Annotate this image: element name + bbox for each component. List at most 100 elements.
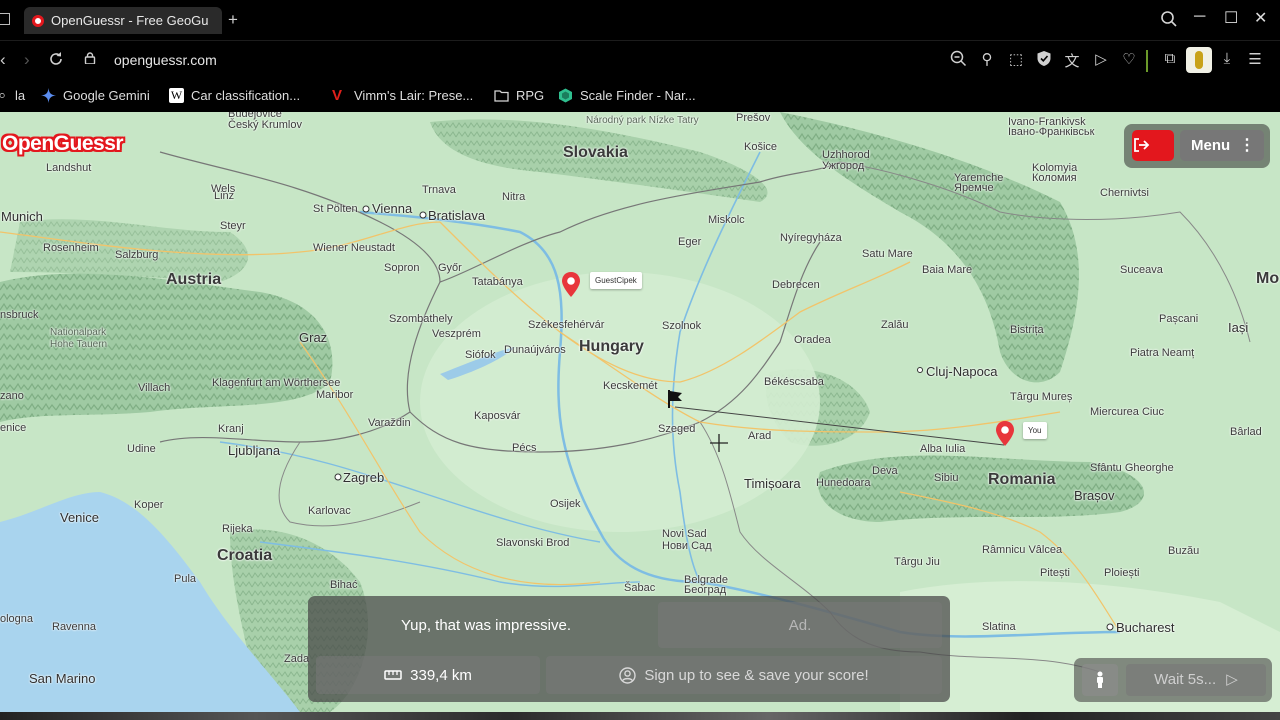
shield-icon[interactable] (1034, 50, 1054, 71)
label-zagreb: Zagreb (343, 470, 385, 485)
bookmark-scale-finder[interactable]: Scale Finder - Nar... (558, 88, 696, 103)
screenshot-icon[interactable]: ⬚ (1006, 50, 1026, 68)
label-udine: Udine (127, 443, 156, 455)
label-novi-sad: Novi Sad (662, 528, 707, 540)
menu-group: Menu ⋮ (1124, 124, 1270, 168)
heart-icon[interactable]: ♡ (1119, 50, 1139, 68)
label-presov: Prešov (736, 112, 771, 124)
back-icon[interactable]: ‹ (0, 50, 6, 70)
tab-openguessr[interactable]: OpenGuessr - Free GeoGu (24, 7, 222, 34)
exit-button[interactable] (1132, 130, 1174, 161)
menu-button[interactable]: Menu ⋮ (1180, 130, 1264, 161)
pin-icon[interactable]: ⚲ (977, 50, 997, 68)
taskbar-strip (0, 712, 1280, 720)
label-deva: Deva (872, 465, 898, 477)
download-icon[interactable]: ⤓ (1217, 50, 1237, 67)
label-klagenfurt: Klagenfurt am Wörthersee (212, 377, 341, 389)
label-croatia: Croatia (217, 547, 273, 564)
bookmark-gemini[interactable]: Google Gemini (41, 88, 150, 103)
label-san-marino: San Marino (29, 671, 96, 686)
label-buzau: Buzău (1168, 545, 1200, 557)
label-ravenna: Ravenna (52, 621, 97, 633)
bookmark-label: RPG (516, 88, 545, 103)
label-nitra: Nitra (502, 191, 526, 203)
search-tabs-icon[interactable] (1160, 10, 1178, 33)
bookmark-vimms-lair[interactable]: V Vimm's Lair: Prese... (332, 88, 473, 103)
signup-label: Sign up to see & save your score! (644, 666, 869, 684)
bookmarks-bar: la Google Gemini W Car classification...… (0, 80, 1280, 112)
user-icon (619, 666, 637, 684)
toolbar-divider (1146, 50, 1148, 72)
label-romania: Romania (988, 471, 1056, 488)
label-dunaujvaros: Dunaújváros (504, 344, 566, 356)
more-vertical-icon: ⋮ (1239, 137, 1255, 154)
extensions-icon[interactable]: ⧉ (1160, 50, 1180, 67)
label-szolnok: Szolnok (662, 320, 702, 332)
bookmark-car-classification[interactable]: W Car classification... (169, 88, 300, 103)
play-icon: ▷ (1226, 671, 1238, 688)
label-venice: Venice (60, 510, 100, 525)
reload-icon[interactable] (48, 51, 64, 72)
minimize-icon[interactable]: ─ (1194, 8, 1205, 26)
bookmark-rpg[interactable]: RPG (494, 88, 544, 103)
label-innsbruck: nsbruck (0, 309, 39, 321)
forward-icon[interactable]: › (24, 50, 30, 70)
label-slatina: Slatina (982, 621, 1016, 633)
profile-avatar[interactable] (1186, 47, 1212, 73)
label-karlovac: Karlovac (308, 505, 351, 517)
label-oradea: Oradea (794, 334, 831, 346)
label-kolomyia-cyr: Коломия (1032, 172, 1077, 184)
label-gyor: Győr (438, 262, 462, 274)
url-field[interactable]: openguessr.com (114, 52, 217, 68)
tab-title: OpenGuessr - Free GeoGu (51, 13, 209, 28)
exit-icon (1134, 138, 1150, 152)
label-villach: Villach (138, 382, 171, 394)
person-icon (1097, 671, 1103, 688)
close-icon[interactable]: ✕ (1254, 8, 1267, 28)
label-barlad: Bârlad (1230, 426, 1262, 438)
label-budejovice: Budějovice (228, 112, 282, 120)
label-kosice: Košice (744, 141, 778, 153)
bookmark-label: Vimm's Lair: Prese... (354, 88, 474, 103)
send-icon[interactable]: ▷ (1091, 50, 1111, 68)
tab-bar: OpenGuessr - Free GeoGu + ─ ☐ ✕ (0, 0, 1280, 40)
label-debrecen: Debrecen (772, 279, 820, 291)
label-wels: Wels (211, 183, 236, 195)
label-ivano-cyr: Івано-Франківськ (1008, 126, 1095, 138)
label-alba-iulia: Alba Iulia (920, 443, 966, 455)
bookmark-label: Scale Finder - Nar... (580, 88, 696, 103)
feedback-label: Yup, that was impressive. (400, 616, 572, 634)
label-satu-mare: Satu Mare (862, 248, 913, 260)
openguessr-favicon-icon (32, 14, 44, 27)
maximize-icon[interactable]: ☐ (1224, 8, 1238, 28)
vimm-icon: V (332, 87, 343, 104)
player-guess-pin-icon[interactable] (995, 421, 1015, 447)
label-st-polten: St Pölten (313, 203, 358, 215)
menu-icon[interactable]: ☰ (1245, 50, 1265, 68)
sidebar-toggle-icon[interactable] (0, 13, 10, 25)
label-ljubljana: Ljubljana (228, 443, 281, 458)
label-slavonski: Slavonski Brod (496, 537, 570, 549)
label-cluj: Cluj-Napoca (926, 364, 998, 379)
label-sabac: Šabac (624, 582, 656, 594)
zoom-out-icon[interactable] (948, 50, 968, 71)
label-szombathely: Szombathely (389, 313, 453, 325)
new-tab-icon[interactable]: + (228, 11, 238, 28)
label-sopron: Sopron (384, 262, 420, 274)
label-pecs: Pécs (512, 442, 537, 454)
label-sfantu: Sfântu Gheorghe (1090, 462, 1174, 474)
bookmark-label: Google Gemini (63, 88, 150, 103)
guest-location-pin-icon[interactable] (561, 272, 581, 298)
openguessr-logo[interactable]: OpenGuessr (2, 132, 124, 156)
label-cesky: Český Krumlov (228, 119, 302, 131)
label-kaposvar: Kaposvár (474, 410, 521, 422)
lock-icon[interactable] (84, 52, 96, 64)
signup-button[interactable]: Sign up to see & save your score! (546, 656, 942, 694)
street-view-button[interactable] (1082, 664, 1118, 696)
ad-slot[interactable]: Ad. (658, 602, 942, 648)
translate-icon[interactable]: 文 (1062, 50, 1082, 71)
label-yaremche-cyr: Яремче (954, 182, 994, 194)
next-round-button[interactable]: Wait 5s... ▷ (1126, 664, 1266, 696)
bookmark-la[interactable]: la (0, 88, 25, 103)
distance-value: 339,4 km (410, 666, 472, 684)
